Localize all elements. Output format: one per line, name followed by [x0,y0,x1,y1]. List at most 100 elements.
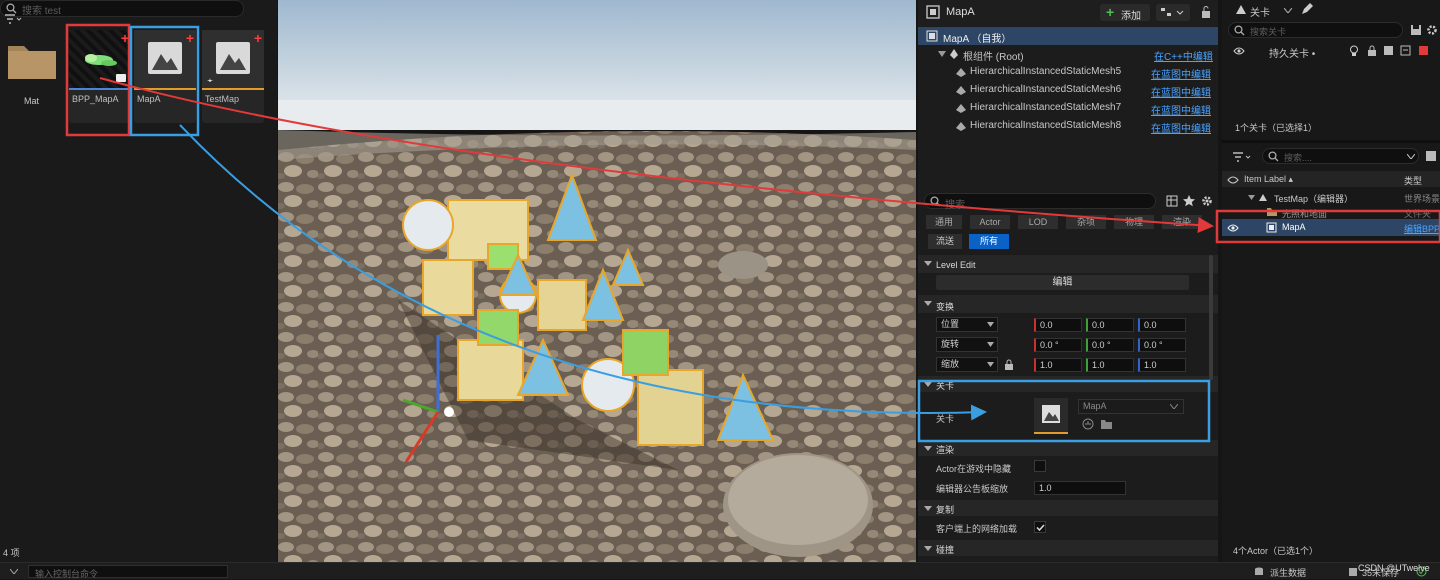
outliner-row-mapa[interactable]: MapA 编辑BPP [1222,219,1440,236]
lock-icon[interactable] [1004,359,1014,371]
folder-icon [1267,208,1277,216]
chevron-down-icon [1407,154,1415,159]
item-label: Mat [24,96,40,106]
section-replication[interactable]: 复制 [918,500,1218,516]
blueprint-options-button[interactable] [1156,4,1190,21]
save-icon[interactable] [1410,24,1422,36]
tab-all[interactable]: 所有 [969,234,1009,249]
column-type[interactable]: 类型 [1404,174,1422,187]
scale-x-field[interactable]: 1.0 [1034,358,1082,372]
level-row-persistent[interactable]: 持久关卡 • [1222,42,1440,60]
content-browser: 搜索 test Mat BPP_MapA + MapA + TestMap + … [0,0,277,562]
derived-data-button[interactable]: 派生数据 [1250,564,1338,579]
tab-rendering[interactable]: 渲染 [1162,215,1202,229]
pencil-icon[interactable] [1300,2,1314,16]
component-row[interactable]: HierarchicalInstancedStaticMesh8 在蓝图中编辑 [918,117,1218,135]
mesh-component-icon [956,86,966,95]
tab-lod[interactable]: LOD [1018,215,1058,229]
panel-title: MapA [946,6,975,18]
scale-y-field[interactable]: 1.0 [1086,358,1134,372]
column-item-label[interactable]: Item Label ▴ [1244,174,1293,185]
component-row[interactable]: HierarchicalInstancedStaticMesh7 在蓝图中编辑 [918,99,1218,117]
location-y-field[interactable]: 0.0 [1086,318,1134,332]
chevron-down-icon[interactable] [1284,8,1292,13]
component-row[interactable]: HierarchicalInstancedStaticMesh6 在蓝图中编辑 [918,81,1218,99]
tab-physics[interactable]: 物理 [1114,215,1154,229]
levels-count: 1个关卡（已选择1） [1235,123,1318,133]
rotation-x-field[interactable]: 0.0 ° [1034,338,1082,352]
edit-button[interactable]: 编辑 [936,275,1189,290]
eye-icon[interactable] [1233,47,1245,55]
section-rendering[interactable]: 渲染 [918,440,1218,456]
level-blueprint-icon[interactable] [1400,45,1411,56]
lock-icon[interactable] [1367,45,1377,57]
tab-misc[interactable]: 杂项 [1066,215,1106,229]
scale-z-field[interactable]: 1.0 [1138,358,1186,372]
section-collision[interactable]: 碰撞 [918,540,1218,556]
search-icon [930,196,941,207]
chevron-down-icon[interactable] [10,569,18,574]
tab-actor[interactable]: Actor [970,215,1010,229]
tab-streaming[interactable]: 流送 [928,234,962,249]
rotation-y-field[interactable]: 0.0 ° [1086,338,1134,352]
outliner-search-input[interactable]: 搜索.... [1262,148,1419,164]
folder-tile-mat[interactable]: Mat [2,38,62,118]
status-bar: 输入控制台命令 派生数据 35未保存 [0,562,1440,579]
scale-mode-select[interactable]: 缩放 [936,357,998,372]
eye-icon[interactable] [1227,224,1239,232]
asset-tile-testmap[interactable]: TestMap + [202,30,264,123]
component-root[interactable]: 根组件 (Root) 在C++中编辑 [918,45,1218,63]
hidden-in-game-label: Actor在游戏中隐藏 [936,464,1012,474]
gear-icon[interactable] [1201,195,1213,207]
browse-icon[interactable] [1082,418,1094,430]
section-transform[interactable]: 变换 [918,295,1218,313]
billboard-scale-field[interactable]: 1.0 [1034,481,1126,495]
level-asset-picker[interactable]: MapA [1078,399,1184,414]
add-badge-icon: + [185,30,194,46]
location-x-field[interactable]: 0.0 [1034,318,1082,332]
chevron-down-icon [987,362,994,367]
hidden-in-game-checkbox[interactable] [1034,460,1046,472]
details-scrollbar[interactable] [1209,255,1213,380]
levels-search-input[interactable]: 搜索关卡 [1228,22,1403,38]
location-z-field[interactable]: 0.0 [1138,318,1186,332]
component-row[interactable]: HierarchicalInstancedStaticMesh5 在蓝图中编辑 [918,63,1218,81]
section-level-edit[interactable]: Level Edit [918,255,1218,273]
add-badge-icon: + [120,30,129,46]
details-search-input[interactable]: 搜索 [924,193,1156,211]
star-icon[interactable] [1183,195,1195,207]
location-mode-select[interactable]: 位置 [936,317,998,332]
asset-tile-mapa[interactable]: MapA + [134,30,196,123]
add-component-button[interactable]: + 添加 [1100,4,1150,22]
rotation-z-field[interactable]: 0.0 ° [1138,338,1186,352]
right-panels: 关卡 搜索关卡 持久关卡 • 1个关卡（已选择1） 搜索.... Item La… [1222,0,1440,562]
edit-in-cpp-link[interactable]: 在C++中编辑 [1154,48,1213,63]
filter-icon[interactable] [1232,152,1252,162]
component-root-entry[interactable]: MapA （自我） [918,27,1218,45]
scene-component-icon [950,49,958,59]
lightbulb-icon[interactable] [1349,45,1359,57]
outliner-row-folder[interactable]: 光照和地面 文件夹 [1222,205,1440,219]
level-asset-thumbnail[interactable] [1034,398,1068,434]
net-load-label: 客户端上的网络加载 [936,524,1018,534]
mesh-component-icon [956,68,966,77]
level-viewport[interactable] [278,0,916,562]
asset-tile-bpp-mapa[interactable]: BPP_MapA + [69,30,131,123]
net-load-checkbox[interactable] [1034,521,1046,533]
section-level[interactable]: 关卡 [918,376,1218,392]
level-color-swatch[interactable] [1419,46,1428,55]
save-icon[interactable] [1425,150,1437,162]
filter-icon[interactable] [4,14,22,24]
tab-general[interactable]: 通用 [926,215,962,229]
gear-icon[interactable] [1426,24,1438,36]
outliner-count: 4个Actor（已选1个） [1233,546,1319,556]
rotation-mode-select[interactable]: 旋转 [936,337,998,352]
outliner-row-world[interactable]: TestMap（编辑器） 世界场景 [1222,189,1440,205]
lock-icon[interactable] [1200,5,1212,19]
content-search-input[interactable]: 搜索 test [0,0,244,17]
edit-bpp-link[interactable]: 编辑BPP [1404,222,1440,235]
console-input[interactable]: 输入控制台命令 [28,565,228,579]
table-view-icon[interactable] [1166,195,1178,207]
save-icon[interactable] [1383,45,1394,56]
folder-icon[interactable] [1100,418,1113,430]
